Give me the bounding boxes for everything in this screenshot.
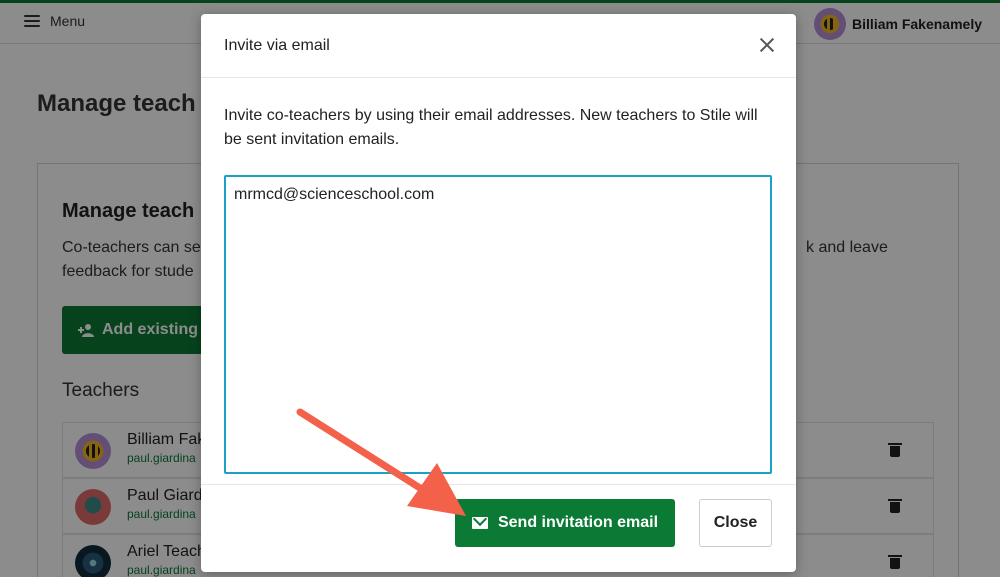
email-addresses-field[interactable] [224,175,772,474]
send-invitation-label: Send invitation email [497,514,659,531]
dialog-footer-divider [201,484,796,485]
dialog-description: Invite co-teachers by using their email … [224,107,758,148]
invite-email-dialog: Invite via email Invite co-teachers by u… [201,14,796,572]
close-button[interactable]: Close [699,499,772,547]
close-icon[interactable] [760,38,774,52]
mail-icon [471,517,488,529]
dialog-header: Invite via email [201,14,796,78]
dialog-title: Invite via email [224,37,330,54]
send-invitation-button[interactable]: Send invitation email [455,499,675,547]
